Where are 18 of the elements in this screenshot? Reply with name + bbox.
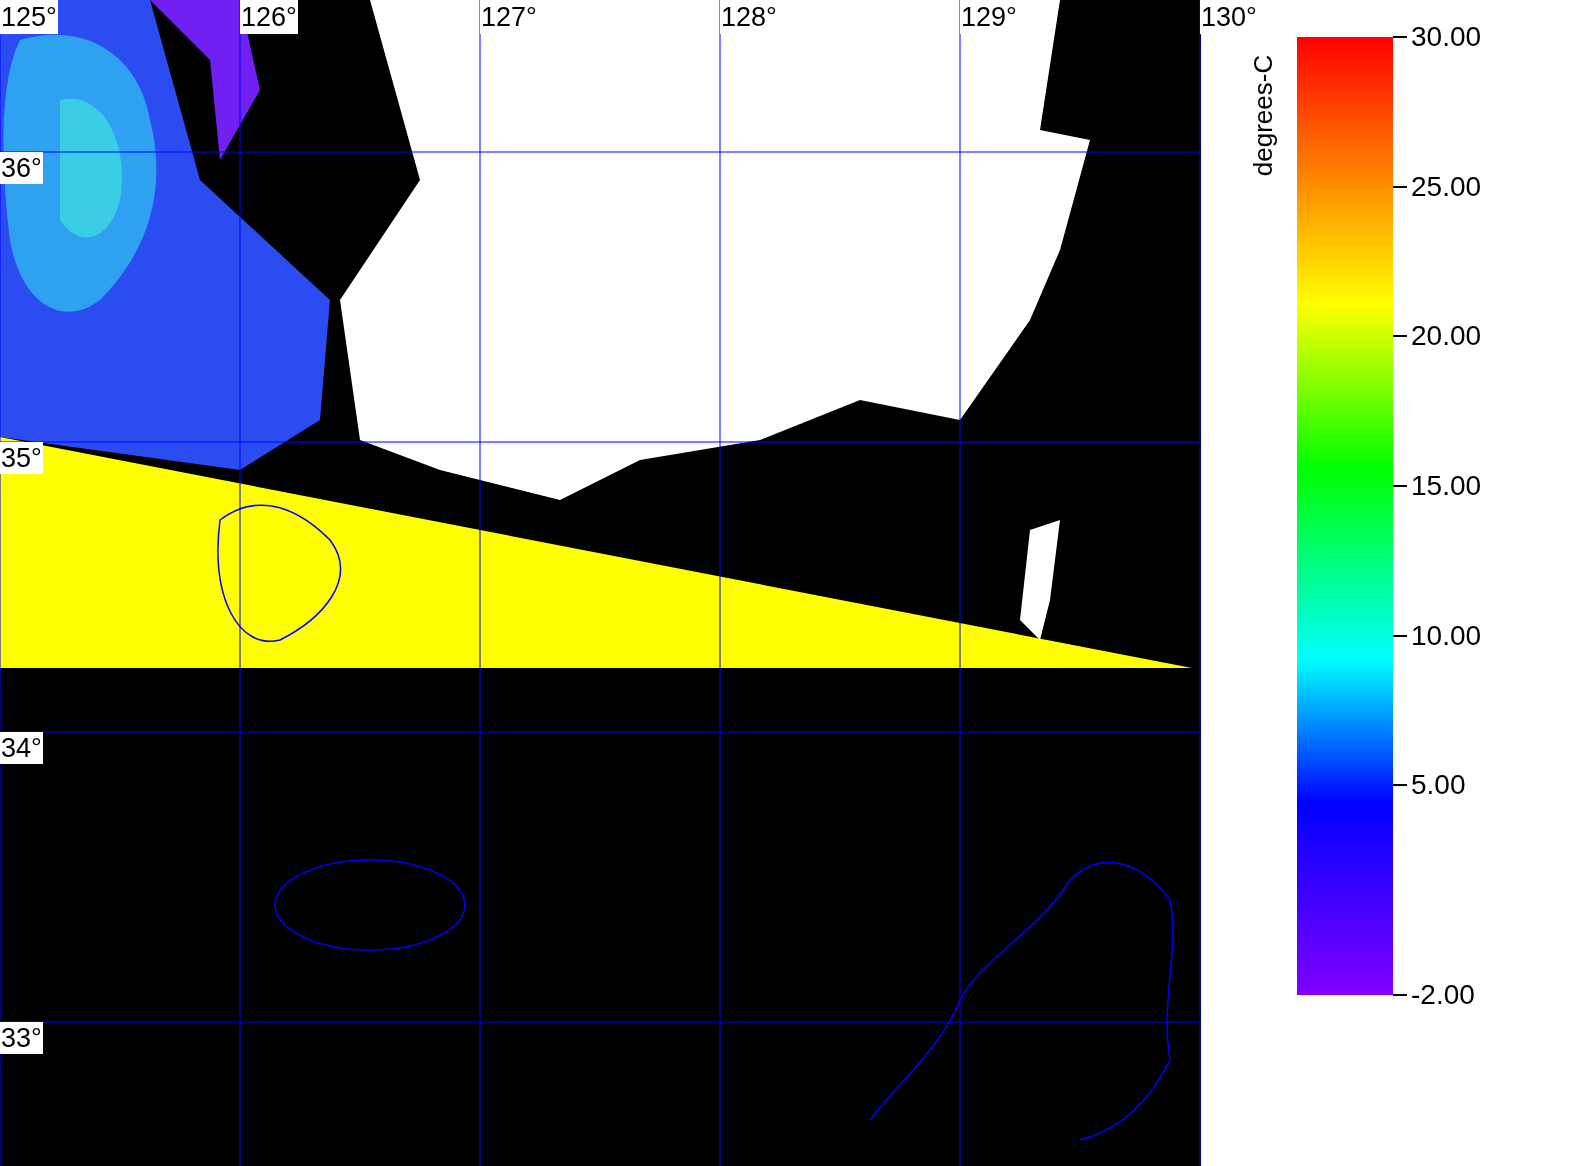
longitude-label: 127°	[480, 0, 538, 34]
longitude-label: 126°	[240, 0, 298, 34]
latitude-label: 35°	[0, 442, 43, 474]
colorbar-tick-label: -2.00	[1411, 979, 1475, 1011]
colorbar-tick-label: 5.00	[1411, 769, 1466, 802]
longitude-label: 129°	[960, 0, 1018, 34]
colorbar-tick-label: 30.00	[1411, 21, 1482, 53]
longitude-label: 130°	[1200, 0, 1258, 34]
latitude-label: 36°	[0, 152, 43, 184]
colorbar-tick-label: 15.00	[1411, 470, 1482, 503]
latitude-label: 34°	[0, 732, 43, 764]
latitude-label: 33°	[0, 1022, 43, 1054]
colorbar-tick-label: 20.00	[1411, 320, 1482, 353]
colorbar-title: degrees-C	[1247, 54, 1280, 177]
longitude-label: 128°	[720, 0, 778, 34]
colorbar-tick-label: 25.00	[1411, 170, 1482, 203]
longitude-label: 125°	[0, 0, 58, 34]
colorbar-tick-label: 10.00	[1411, 619, 1482, 652]
